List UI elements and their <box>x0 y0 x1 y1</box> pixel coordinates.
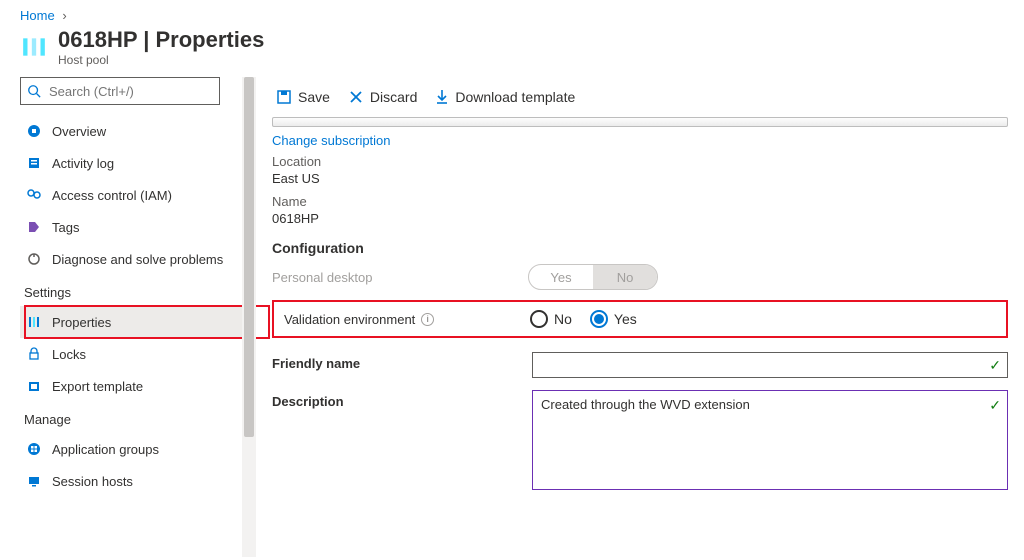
breadcrumb: Home › <box>0 0 1024 27</box>
sidebar-item-label: Locks <box>52 347 86 362</box>
description-value: Created through the WVD extension <box>541 397 750 412</box>
radio-yes-label: Yes <box>614 311 637 327</box>
info-icon[interactable]: i <box>421 313 434 326</box>
sidebar-item-properties[interactable]: Properties <box>20 306 244 338</box>
description-row: Description Created through the WVD exte… <box>272 390 1008 490</box>
sidebar-item-label: Activity log <box>52 156 114 171</box>
content-pane: Save Discard Download template Change su… <box>258 77 1024 557</box>
change-subscription-link[interactable]: Change subscription <box>268 133 1012 148</box>
sidebar-item-label: Access control (IAM) <box>52 188 172 203</box>
scrollbar[interactable] <box>242 77 256 557</box>
friendly-name-label: Friendly name <box>272 352 532 371</box>
validation-highlight: Validation environment i No Yes <box>272 300 1008 338</box>
sidebar-item-label: Properties <box>52 315 111 330</box>
sidebar-item-diagnose[interactable]: Diagnose and solve problems <box>20 243 244 275</box>
breadcrumb-home[interactable]: Home <box>20 8 55 23</box>
download-button[interactable]: Download template <box>435 89 575 105</box>
location-label: Location <box>272 154 1008 169</box>
sidebar-item-overview[interactable]: Overview <box>20 115 244 147</box>
sidebar-item-locks[interactable]: Locks <box>20 338 244 370</box>
sidebar-section-settings: Settings <box>24 285 258 300</box>
search-input[interactable] <box>47 83 207 100</box>
name-value: 0618HP <box>272 211 1008 226</box>
overview-icon <box>26 123 42 139</box>
validation-radio-yes[interactable]: Yes <box>590 310 637 328</box>
toolbar: Save Discard Download template <box>268 77 1012 117</box>
sidebar-item-label: Application groups <box>52 442 159 457</box>
sidebar-item-export[interactable]: Export template <box>20 370 244 402</box>
name-label: Name <box>272 194 1008 209</box>
toggle-yes: Yes <box>529 265 593 289</box>
validation-radio-group: No Yes <box>530 310 637 328</box>
sidebar-search[interactable] <box>20 77 220 105</box>
sidebar-item-label: Session hosts <box>52 474 133 489</box>
appgroups-icon <box>26 441 42 457</box>
scrollbar-thumb[interactable] <box>244 77 254 437</box>
name-row: Name 0618HP <box>272 194 1008 226</box>
toggle-no: No <box>593 265 657 289</box>
download-label: Download template <box>455 89 575 105</box>
discard-label: Discard <box>370 89 417 105</box>
iam-icon <box>26 187 42 203</box>
search-icon <box>27 84 41 98</box>
radio-icon <box>590 310 608 328</box>
radio-no-label: No <box>554 311 572 327</box>
sidebar-item-sessionhosts[interactable]: Session hosts <box>20 465 244 497</box>
personal-desktop-toggle: Yes No <box>528 264 658 290</box>
personal-desktop-row: Personal desktop Yes No <box>272 264 1008 290</box>
friendly-name-row: Friendly name ✓ <box>272 352 1008 378</box>
sidebar-item-label: Diagnose and solve problems <box>52 252 223 267</box>
diagnose-icon <box>26 251 42 267</box>
validation-label: Validation environment i <box>284 312 530 327</box>
sidebar-item-appgroups[interactable]: Application groups <box>20 433 244 465</box>
sessionhosts-icon <box>26 473 42 489</box>
sidebar-item-iam[interactable]: Access control (IAM) <box>20 179 244 211</box>
chevron-right-icon: › <box>62 8 66 23</box>
configuration-heading: Configuration <box>272 240 1008 256</box>
export-icon <box>26 378 42 394</box>
tags-icon <box>26 219 42 235</box>
description-input[interactable]: Created through the WVD extension ✓ <box>532 390 1008 490</box>
page-header: 0618HP | Properties Host pool <box>0 27 1024 77</box>
sidebar-item-label: Export template <box>52 379 143 394</box>
page-title: 0618HP | Properties <box>58 27 264 53</box>
sidebar-item-activity[interactable]: Activity log <box>20 147 244 179</box>
sidebar-item-tags[interactable]: Tags <box>20 211 244 243</box>
check-icon: ✓ <box>989 357 1001 374</box>
discard-button[interactable]: Discard <box>348 89 417 105</box>
save-icon <box>276 89 292 105</box>
friendly-name-input[interactable]: ✓ <box>532 352 1008 378</box>
validation-radio-no[interactable]: No <box>530 310 572 328</box>
lock-icon <box>26 346 42 362</box>
description-label: Description <box>272 390 532 409</box>
activity-log-icon <box>26 155 42 171</box>
hostpool-icon <box>20 33 48 61</box>
personal-desktop-label: Personal desktop <box>272 270 528 285</box>
save-button[interactable]: Save <box>276 89 330 105</box>
check-icon: ✓ <box>989 397 1001 414</box>
sidebar-item-label: Overview <box>52 124 106 139</box>
download-icon <box>435 89 449 105</box>
discard-icon <box>348 89 364 105</box>
page-subtitle: Host pool <box>58 53 264 67</box>
location-value: East US <box>272 171 1008 186</box>
radio-icon <box>530 310 548 328</box>
sidebar-section-manage: Manage <box>24 412 258 427</box>
location-row: Location East US <box>272 154 1008 186</box>
properties-icon <box>26 314 42 330</box>
subscription-field-cutoff <box>272 117 1008 127</box>
sidebar: « Overview Activity log Access c <box>0 77 258 557</box>
save-label: Save <box>298 89 330 105</box>
sidebar-item-label: Tags <box>52 220 79 235</box>
